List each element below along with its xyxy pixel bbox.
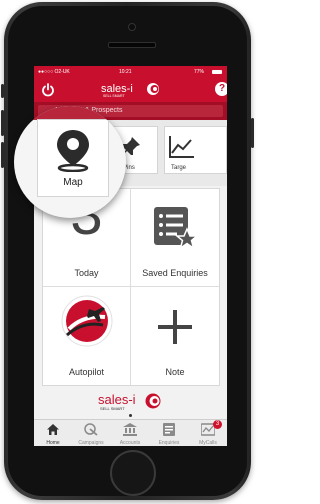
sales-i-logo: sales-i SELL SMART: [101, 82, 163, 98]
enquiries-icon: [163, 423, 175, 436]
home-hardware-button[interactable]: [110, 450, 156, 496]
tab-enquiries[interactable]: Enquiries: [150, 420, 188, 446]
status-time: 10:21: [119, 69, 132, 75]
power-side-button: [251, 118, 254, 148]
magnified-search-strip: [14, 106, 126, 120]
earpiece-speaker: [108, 42, 156, 48]
shortcut-map[interactable]: Map: [37, 119, 109, 197]
list-star-icon: [154, 207, 198, 250]
footer-logo-tagline: SELL SMART: [100, 406, 125, 411]
plus-icon: [158, 310, 192, 344]
volume-down-button: [1, 142, 4, 168]
carrier-signal: ●●○○○ O2-UK: [38, 69, 70, 75]
line-graph-icon: [169, 136, 194, 158]
status-bar: ●●○○○ O2-UK 10:21 77%: [34, 66, 227, 78]
bank-icon: [123, 423, 137, 436]
saved-enquiries-label: Saved Enquiries: [142, 268, 208, 278]
page-indicator: [129, 414, 132, 417]
autopilot-tile[interactable]: Autopilot: [43, 287, 131, 385]
mute-switch: [1, 84, 4, 98]
tab-label: Enquiries: [158, 440, 180, 446]
shortcut-targets[interactable]: Targe: [164, 126, 227, 174]
airplane-logo-icon: [61, 295, 113, 347]
power-icon: [42, 83, 54, 97]
battery-icon: [212, 70, 222, 74]
tab-label: Accounts: [119, 440, 141, 446]
help-button[interactable]: ?: [215, 82, 227, 96]
saved-enquiries-tile[interactable]: Saved Enquiries: [131, 189, 219, 287]
home-icon: [47, 424, 59, 435]
note-tile[interactable]: Note: [131, 287, 219, 385]
today-label: Today: [74, 268, 99, 278]
tab-campaigns[interactable]: Campaigns: [72, 420, 110, 446]
map-label: Map: [63, 177, 83, 188]
autopilot-label: Autopilot: [68, 367, 105, 377]
bottom-tab-bar: Home Campaigns Accounts Enquiries 3 MyCa…: [34, 419, 227, 446]
tab-label: MyCalls: [199, 440, 217, 446]
shortcut-label: Targe: [171, 165, 187, 171]
front-camera: [128, 23, 136, 31]
calls-badge: 3: [213, 420, 222, 429]
tab-home[interactable]: Home: [34, 420, 72, 446]
map-pin-icon: [57, 130, 89, 172]
volume-up-button: [1, 110, 4, 136]
note-label: Note: [165, 367, 185, 377]
app-header: sales-i SELL SMART ?: [34, 78, 227, 102]
map-shortcut-magnifier: Map: [14, 106, 126, 218]
logout-power-button[interactable]: [41, 83, 55, 97]
tab-accounts[interactable]: Accounts: [111, 420, 149, 446]
tab-label: Campaigns: [78, 440, 104, 446]
campaigns-icon: [84, 423, 98, 436]
footer-logo-text: sales-i: [98, 392, 136, 407]
tab-mycalls[interactable]: 3 MyCalls: [189, 420, 227, 446]
logo-tagline: SELL SMART: [103, 94, 125, 98]
battery-percent: 77%: [194, 69, 205, 75]
footer-logo: sales-i SELL SMART: [98, 392, 164, 412]
tab-label: Home: [46, 440, 60, 446]
